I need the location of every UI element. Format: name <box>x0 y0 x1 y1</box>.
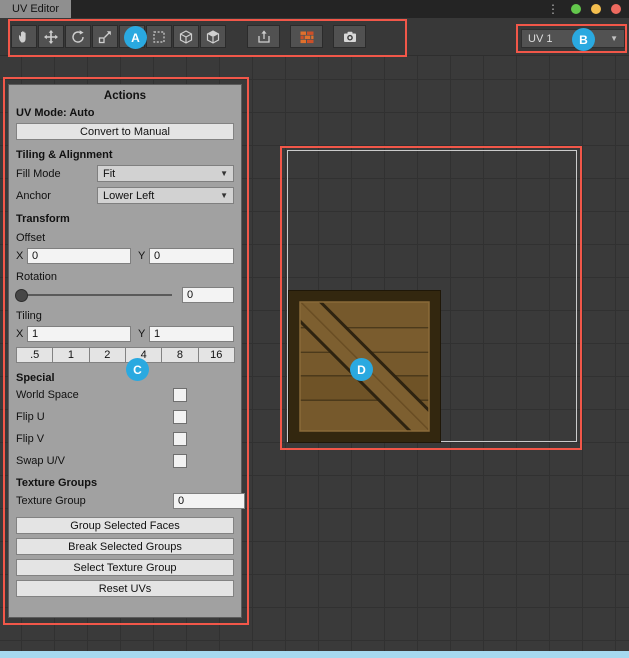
fill-mode-value: Fit <box>103 168 115 180</box>
rotation-slider[interactable] <box>17 294 172 296</box>
fill-mode-dropdown[interactable]: Fit ▼ <box>97 165 234 182</box>
vertex-select-icon <box>151 29 167 45</box>
scale-tool-icon <box>97 29 113 45</box>
rotate-tool-button[interactable] <box>65 25 91 48</box>
swap-uv-checkbox[interactable] <box>173 454 187 468</box>
texture-tool-button[interactable] <box>119 25 145 48</box>
menu-dots-icon[interactable]: ⋮ <box>547 0 559 18</box>
anchor-label: Anchor <box>16 190 97 202</box>
tiling-y-label: Y <box>138 328 149 340</box>
world-space-checkbox[interactable] <box>173 388 187 402</box>
offset-label: Offset <box>16 232 234 244</box>
tiling-y-field[interactable]: 1 <box>149 326 234 342</box>
tiling-label: Tiling <box>16 310 234 322</box>
project-uv-button[interactable] <box>247 25 280 48</box>
project-uv-icon <box>256 29 272 45</box>
edge-select-icon <box>178 29 194 45</box>
tiling-preset-4-button[interactable]: 4 <box>125 347 162 363</box>
chevron-down-icon: ▼ <box>220 169 228 178</box>
flip-u-checkbox[interactable] <box>173 410 187 424</box>
face-select-button[interactable] <box>200 25 226 48</box>
crate-texture-image <box>288 290 441 443</box>
flip-u-label: Flip U <box>16 411 173 423</box>
flip-v-checkbox[interactable] <box>173 432 187 446</box>
face-select-icon <box>205 29 221 45</box>
tiling-preset-8-button[interactable]: 8 <box>161 347 198 363</box>
special-header: Special <box>16 372 234 384</box>
traffic-light-yellow[interactable] <box>591 4 601 14</box>
panel-title: Actions <box>16 90 234 102</box>
screenshot-camera-icon <box>342 29 358 45</box>
group-selected-faces-button[interactable]: Group Selected Faces <box>16 517 234 534</box>
rotation-value-field[interactable]: 0 <box>182 287 234 303</box>
tiling-preset-1-button[interactable]: 1 <box>52 347 89 363</box>
rotation-label: Rotation <box>16 271 234 283</box>
rotation-slider-thumb[interactable] <box>15 289 28 302</box>
screenshot-camera-button[interactable] <box>333 25 366 48</box>
tiling-preset-16-button[interactable]: 16 <box>198 347 235 363</box>
uv-editor-tab[interactable]: UV Editor <box>0 0 71 18</box>
fill-mode-label: Fill Mode <box>16 168 97 180</box>
select-texture-group-button[interactable]: Select Texture Group <box>16 559 234 576</box>
anchor-dropdown[interactable]: Lower Left ▼ <box>97 187 234 204</box>
traffic-light-green[interactable] <box>571 4 581 14</box>
texture-tool-icon <box>124 29 140 45</box>
offset-y-label: Y <box>138 250 149 262</box>
offset-y-field[interactable]: 0 <box>149 248 234 264</box>
break-selected-groups-button[interactable]: Break Selected Groups <box>16 538 234 555</box>
tiling-preset-05-button[interactable]: .5 <box>16 347 53 363</box>
render-uv-template-button[interactable] <box>290 25 323 48</box>
swap-uv-label: Swap U/V <box>16 455 173 467</box>
scale-tool-button[interactable] <box>92 25 118 48</box>
render-uv-template-icon <box>299 29 315 45</box>
offset-x-label: X <box>16 250 27 262</box>
traffic-light-red[interactable] <box>611 4 621 14</box>
tiling-preset-2-button[interactable]: 2 <box>89 347 126 363</box>
edge-select-button[interactable] <box>173 25 199 48</box>
move-tool-button[interactable] <box>38 25 64 48</box>
crate-texture-face[interactable] <box>288 290 441 443</box>
reset-uvs-button[interactable]: Reset UVs <box>16 580 234 597</box>
anchor-value: Lower Left <box>103 190 154 202</box>
pan-tool-icon <box>16 29 32 45</box>
tiling-x-field[interactable]: 1 <box>27 326 131 342</box>
tiling-x-label: X <box>16 328 27 340</box>
uv-channel-dropdown[interactable]: UV 1 ▼ <box>521 29 625 48</box>
tiling-alignment-header: Tiling & Alignment <box>16 149 234 161</box>
texture-group-field[interactable]: 0 <box>173 493 245 509</box>
convert-to-manual-button[interactable]: Convert to Manual <box>16 123 234 140</box>
uv-channel-value: UV 1 <box>528 33 552 45</box>
flip-v-label: Flip V <box>16 433 173 445</box>
window-controls: ⋮ <box>547 0 621 18</box>
bottom-highlight-bar <box>0 651 629 658</box>
world-space-label: World Space <box>16 389 173 401</box>
chevron-down-icon: ▼ <box>610 34 618 43</box>
texture-group-label: Texture Group <box>16 495 173 507</box>
uv-editor-window: UV Editor ⋮ <box>0 0 629 658</box>
vertex-select-button[interactable] <box>146 25 172 48</box>
title-bar: UV Editor ⋮ <box>0 0 629 18</box>
uv-mode-label: UV Mode: Auto <box>16 107 234 119</box>
actions-panel: Actions UV Mode: Auto Convert to Manual … <box>8 84 242 618</box>
chevron-down-icon: ▼ <box>220 191 228 200</box>
move-tool-icon <box>43 29 59 45</box>
offset-x-field[interactable]: 0 <box>27 248 131 264</box>
texture-groups-header: Texture Groups <box>16 477 234 489</box>
pan-tool-button[interactable] <box>11 25 37 48</box>
transform-header: Transform <box>16 213 234 225</box>
rotate-tool-icon <box>70 29 86 45</box>
